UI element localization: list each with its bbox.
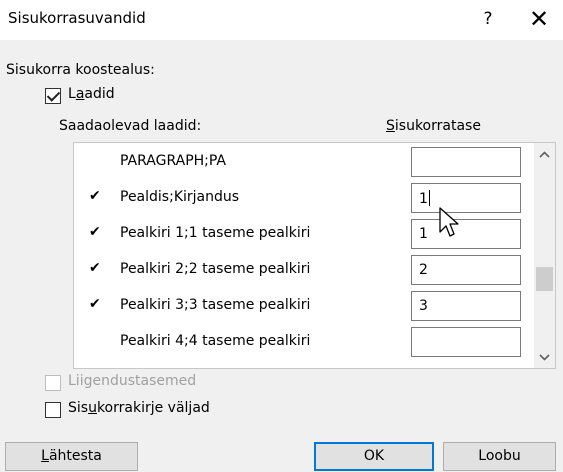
reset-button[interactable]: Lähtesta xyxy=(5,442,138,471)
text-caret xyxy=(428,190,430,206)
help-button[interactable]: ? xyxy=(476,6,500,32)
entry-fields-checkbox[interactable] xyxy=(45,402,61,418)
dialog-title: Sisukorrasuvandid xyxy=(8,9,146,27)
toc-level-input[interactable]: 3 xyxy=(411,291,521,321)
toc-level-input[interactable]: 1 xyxy=(411,183,521,213)
build-from-label: Sisukorra koostealus: xyxy=(6,62,155,78)
check-mark-icon: ✔ xyxy=(89,188,101,204)
style-row[interactable]: PARAGRAPH;PA xyxy=(74,145,534,181)
style-name: Pealkiri 1;1 taseme pealkiri xyxy=(120,225,311,241)
style-row[interactable]: ✔ Pealdis;Kirjandus 1 xyxy=(74,181,534,217)
style-name: Pealdis;Kirjandus xyxy=(120,189,240,205)
close-button[interactable]: ✕ xyxy=(524,4,554,34)
scrollbar-thumb[interactable] xyxy=(536,267,553,291)
styles-checkbox[interactable] xyxy=(45,88,61,104)
style-row[interactable]: ✔ Pealkiri 3;3 taseme pealkiri 3 xyxy=(74,289,534,325)
styles-checkbox-label[interactable]: Laadid xyxy=(68,86,115,102)
chevron-up-icon[interactable] xyxy=(534,143,555,165)
vertical-scrollbar[interactable] xyxy=(534,143,555,368)
entry-fields-label[interactable]: Sisukorrakirje väljad xyxy=(68,400,210,416)
style-row[interactable]: Pealkiri 4;4 taseme pealkiri xyxy=(74,325,534,361)
check-mark-icon: ✔ xyxy=(89,224,101,240)
ok-button[interactable]: OK xyxy=(314,442,434,471)
toc-level-input[interactable] xyxy=(411,327,521,357)
style-row[interactable]: ✔ Pealkiri 1;1 taseme pealkiri 1 xyxy=(74,217,534,253)
style-name: Pealkiri 2;2 taseme pealkiri xyxy=(120,261,311,277)
outline-levels-checkbox[interactable] xyxy=(45,375,61,391)
cancel-button[interactable]: Loobu xyxy=(443,442,556,471)
chevron-down-icon[interactable] xyxy=(534,346,555,368)
check-mark-icon: ✔ xyxy=(89,296,101,312)
outline-levels-label: Liigendustasemed xyxy=(68,373,197,389)
style-name: PARAGRAPH;PA xyxy=(120,153,227,169)
style-name: Pealkiri 4;4 taseme pealkiri xyxy=(120,333,311,349)
toc-level-input[interactable] xyxy=(411,147,521,177)
style-row[interactable]: ✔ Pealkiri 2;2 taseme pealkiri 2 xyxy=(74,253,534,289)
available-styles-header: Saadaolevad laadid: xyxy=(59,118,202,134)
toc-level-header: Sisukorratase xyxy=(386,118,481,134)
toc-level-input[interactable]: 1 xyxy=(411,219,521,249)
check-mark-icon: ✔ xyxy=(89,260,101,276)
style-name: Pealkiri 3;3 taseme pealkiri xyxy=(120,297,311,313)
mouse-pointer-icon xyxy=(439,207,459,237)
toc-level-input[interactable]: 2 xyxy=(411,255,521,285)
title-bar: Sisukorrasuvandid ? ✕ xyxy=(0,0,563,40)
styles-list[interactable]: PARAGRAPH;PA ✔ Pealdis;Kirjandus 1 ✔ Pea… xyxy=(73,142,556,369)
